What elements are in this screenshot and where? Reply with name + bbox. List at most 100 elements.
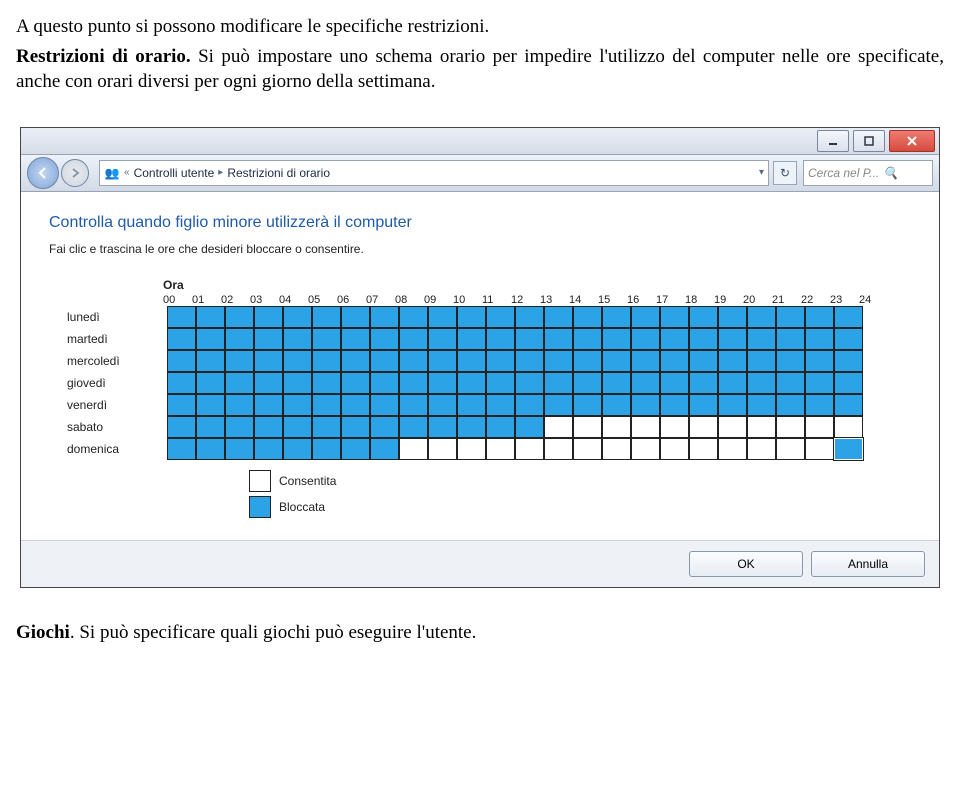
- time-cell[interactable]: [544, 438, 573, 460]
- time-cell[interactable]: [515, 372, 544, 394]
- time-cell[interactable]: [486, 306, 515, 328]
- time-cell[interactable]: [167, 416, 196, 438]
- time-cell[interactable]: [805, 438, 834, 460]
- time-cell[interactable]: [341, 416, 370, 438]
- time-cell[interactable]: [225, 416, 254, 438]
- time-cell[interactable]: [196, 416, 225, 438]
- time-cell[interactable]: [457, 372, 486, 394]
- time-cell[interactable]: [341, 306, 370, 328]
- time-cell[interactable]: [602, 306, 631, 328]
- time-cell[interactable]: [428, 372, 457, 394]
- breadcrumb-item[interactable]: Controlli utente: [134, 166, 215, 180]
- time-cell[interactable]: [341, 350, 370, 372]
- time-cell[interactable]: [747, 350, 776, 372]
- time-cell[interactable]: [544, 328, 573, 350]
- time-cell[interactable]: [341, 372, 370, 394]
- time-cell[interactable]: [167, 372, 196, 394]
- time-cell[interactable]: [486, 350, 515, 372]
- back-button[interactable]: [27, 157, 59, 189]
- time-cell[interactable]: [515, 416, 544, 438]
- time-cell[interactable]: [602, 372, 631, 394]
- time-cell[interactable]: [254, 350, 283, 372]
- time-cell[interactable]: [399, 394, 428, 416]
- time-cell[interactable]: [486, 328, 515, 350]
- time-cell[interactable]: [254, 328, 283, 350]
- time-cell[interactable]: [515, 328, 544, 350]
- time-cell[interactable]: [515, 350, 544, 372]
- breadcrumb-item[interactable]: Restrizioni di orario: [227, 166, 330, 180]
- time-cell[interactable]: [167, 328, 196, 350]
- time-cell[interactable]: [834, 394, 863, 416]
- time-cell[interactable]: [718, 328, 747, 350]
- time-cell[interactable]: [254, 416, 283, 438]
- close-button[interactable]: [889, 130, 935, 152]
- time-cell[interactable]: [776, 328, 805, 350]
- time-cell[interactable]: [573, 372, 602, 394]
- time-cell[interactable]: [370, 372, 399, 394]
- time-cell[interactable]: [747, 328, 776, 350]
- time-cell[interactable]: [370, 306, 399, 328]
- time-cell[interactable]: [718, 350, 747, 372]
- time-cell[interactable]: [834, 372, 863, 394]
- time-cell[interactable]: [254, 306, 283, 328]
- time-cell[interactable]: [167, 438, 196, 460]
- forward-button[interactable]: [61, 159, 89, 187]
- time-cell[interactable]: [834, 350, 863, 372]
- time-cell[interactable]: [805, 416, 834, 438]
- time-cell[interactable]: [834, 306, 863, 328]
- time-cell[interactable]: [312, 306, 341, 328]
- time-cell[interactable]: [631, 328, 660, 350]
- time-cell[interactable]: [428, 394, 457, 416]
- time-cell[interactable]: [602, 350, 631, 372]
- time-cell[interactable]: [312, 350, 341, 372]
- time-cell[interactable]: [486, 416, 515, 438]
- time-cell[interactable]: [457, 416, 486, 438]
- time-cell[interactable]: [370, 438, 399, 460]
- time-cell[interactable]: [225, 394, 254, 416]
- time-cell[interactable]: [428, 328, 457, 350]
- time-cell[interactable]: [747, 372, 776, 394]
- time-cell[interactable]: [370, 416, 399, 438]
- time-cell[interactable]: [718, 416, 747, 438]
- time-cell[interactable]: [805, 372, 834, 394]
- time-cell[interactable]: [196, 350, 225, 372]
- time-cell[interactable]: [515, 394, 544, 416]
- search-input[interactable]: Cerca nel P... 🔍: [803, 160, 933, 186]
- time-cell[interactable]: [747, 306, 776, 328]
- time-cell[interactable]: [689, 306, 718, 328]
- time-cell[interactable]: [660, 350, 689, 372]
- time-cell[interactable]: [167, 350, 196, 372]
- time-cell[interactable]: [283, 394, 312, 416]
- dropdown-icon[interactable]: ▾: [759, 167, 764, 178]
- time-cell[interactable]: [370, 328, 399, 350]
- time-cell[interactable]: [573, 328, 602, 350]
- time-cell[interactable]: [254, 372, 283, 394]
- time-cell[interactable]: [573, 306, 602, 328]
- time-cell[interactable]: [573, 394, 602, 416]
- time-cell[interactable]: [718, 306, 747, 328]
- time-cell[interactable]: [370, 350, 399, 372]
- cancel-button[interactable]: Annulla: [811, 551, 925, 577]
- time-cell[interactable]: [544, 350, 573, 372]
- time-cell[interactable]: [254, 394, 283, 416]
- refresh-button[interactable]: ↻: [773, 161, 797, 185]
- time-cell[interactable]: [312, 372, 341, 394]
- time-cell[interactable]: [225, 438, 254, 460]
- time-cell[interactable]: [718, 372, 747, 394]
- time-cell[interactable]: [312, 416, 341, 438]
- time-cell[interactable]: [457, 306, 486, 328]
- time-cell[interactable]: [341, 438, 370, 460]
- time-cell[interactable]: [602, 416, 631, 438]
- time-cell[interactable]: [196, 438, 225, 460]
- time-cell[interactable]: [776, 372, 805, 394]
- time-cell[interactable]: [283, 328, 312, 350]
- time-cell[interactable]: [573, 350, 602, 372]
- time-cell[interactable]: [689, 350, 718, 372]
- time-cell[interactable]: [399, 350, 428, 372]
- time-cell[interactable]: [399, 372, 428, 394]
- time-cell[interactable]: [834, 416, 863, 438]
- time-cell[interactable]: [167, 394, 196, 416]
- time-cell[interactable]: [428, 438, 457, 460]
- time-cell[interactable]: [631, 372, 660, 394]
- time-cell[interactable]: [776, 416, 805, 438]
